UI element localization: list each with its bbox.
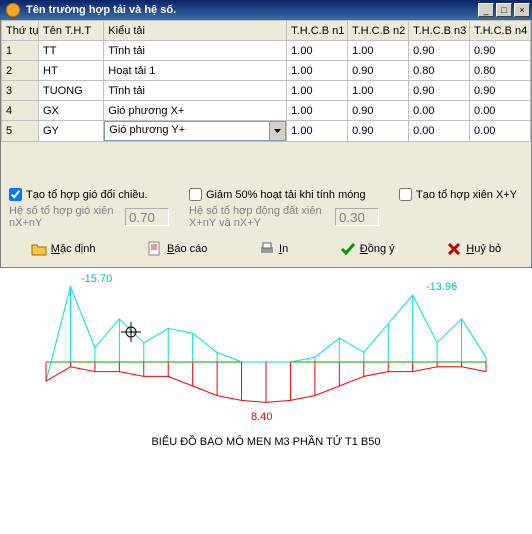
maximize-button[interactable]: □ xyxy=(496,3,512,17)
table-row[interactable]: 2HTHoạt tải 11.000.900.800.80 xyxy=(2,61,531,81)
col-header[interactable]: Thứ tự xyxy=(2,21,39,41)
col-header[interactable]: T.H.C.B n3 xyxy=(409,21,470,41)
minimize-button[interactable]: _ xyxy=(478,3,494,17)
heso1-input xyxy=(125,208,169,226)
svg-text:-15.70: -15.70 xyxy=(81,273,112,285)
svg-text:-13.96: -13.96 xyxy=(426,281,457,293)
row-index[interactable]: 1 xyxy=(2,41,39,61)
table-row[interactable]: 1TTTĩnh tải1.001.000.900.90 xyxy=(2,41,531,61)
row-index[interactable]: 5 xyxy=(2,121,39,142)
chk-xieny[interactable]: Tạo tổ hợp xiên X+Y xyxy=(399,188,517,201)
print-button[interactable]: In xyxy=(259,241,288,257)
svg-text:8.40: 8.40 xyxy=(251,411,272,423)
heso2-input xyxy=(335,208,379,226)
col-header[interactable]: T.H.C.B n2 xyxy=(348,21,409,41)
table-row[interactable]: 4GXGió phương X+1.000.900.000.00 xyxy=(2,101,531,121)
table-row[interactable]: 3TUONGTĩnh tải1.001.000.900.90 xyxy=(2,81,531,101)
window-title: Tên trường hợp tải và hệ số. xyxy=(24,4,476,16)
table-row[interactable]: 5GYGió phương Y+Gió phương Y+Gió phương … xyxy=(2,121,531,142)
cancel-button[interactable]: Huỷ bỏ xyxy=(446,241,501,257)
default-button[interactable]: Mặc định xyxy=(31,241,96,257)
col-header[interactable]: Kiểu tải xyxy=(104,21,287,41)
lbl-heso1: Hệ số tổ hợp gió xiên nX+nY xyxy=(9,205,119,229)
col-header[interactable]: T.H.C.B n1 xyxy=(287,21,348,41)
chevron-down-icon[interactable] xyxy=(269,122,285,140)
row-index[interactable]: 2 xyxy=(2,61,39,81)
row-index[interactable]: 3 xyxy=(2,81,39,101)
x-icon xyxy=(446,241,462,257)
type-dropdown[interactable]: Gió phương Y+Gió phương Y-Gió động phươn… xyxy=(104,141,269,142)
report-button[interactable]: Báo cáo xyxy=(147,241,207,257)
col-header[interactable]: Tên T.H.T xyxy=(39,21,104,41)
check-icon xyxy=(340,241,356,257)
row-index[interactable]: 4 xyxy=(2,101,39,121)
type-combo-cell[interactable]: Gió phương Y+Gió phương Y+Gió phương Y-G… xyxy=(104,121,287,142)
moment-chart: -15.70 -13.96 8.40 xyxy=(10,272,522,428)
report-icon xyxy=(147,241,163,257)
load-cases-table[interactable]: Thứ tựTên T.H.TKiểu tảiT.H.C.B n1T.H.C.B… xyxy=(1,20,531,142)
lbl-heso2: Hệ số tổ hợp động đất xiên X+nY và nX+Y xyxy=(189,205,329,229)
folder-icon xyxy=(31,241,47,257)
close-button[interactable]: × xyxy=(514,3,530,17)
ok-button[interactable]: Đồng ý xyxy=(340,241,395,257)
title-bar: Tên trường hợp tải và hệ số. _ □ × xyxy=(0,0,532,20)
chk-wind-reverse[interactable]: Tạo tổ hợp gió đổi chiều. xyxy=(9,188,179,201)
type-combo[interactable]: Gió phương Y+ xyxy=(104,121,286,141)
chk-reduce50[interactable]: Giảm 50% hoạt tải khi tính móng xyxy=(189,188,389,201)
col-header[interactable]: T.H.C.B n4 xyxy=(470,21,531,41)
chart-title: BIỂU ĐỒ BAO MÔ MEN M3 PHẦN TỬ T1 B50 xyxy=(10,428,522,448)
print-icon xyxy=(259,241,275,257)
app-icon xyxy=(6,3,20,17)
